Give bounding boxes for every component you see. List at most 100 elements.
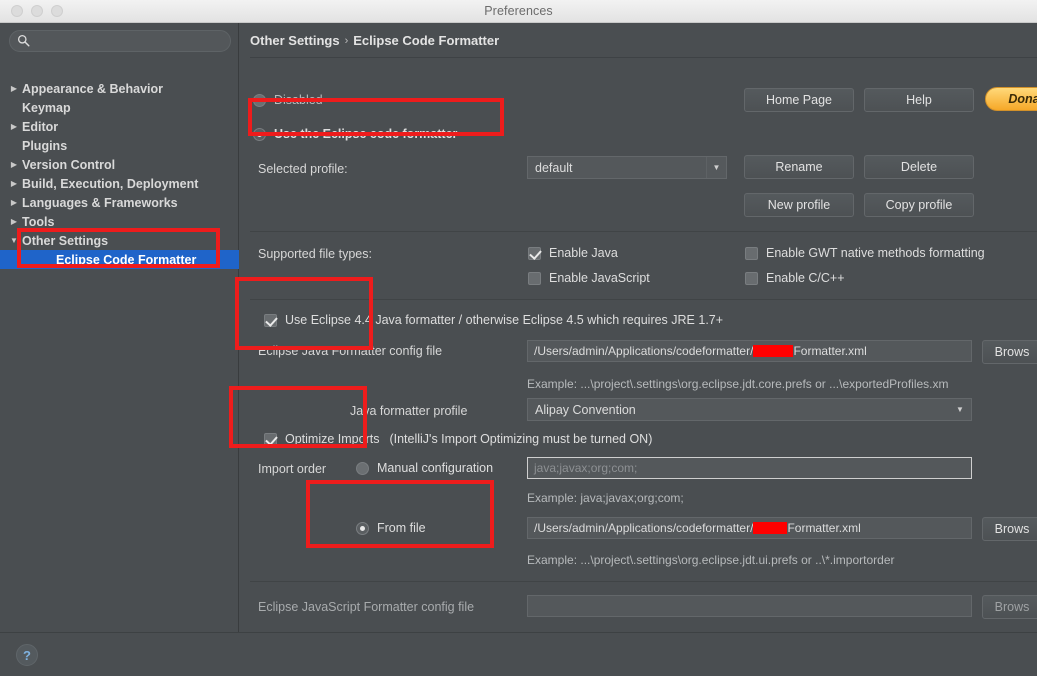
help-icon[interactable]: ? (16, 644, 38, 666)
new-profile-button[interactable]: New profile (744, 193, 854, 217)
chevron-right-icon[interactable]: ▶ (6, 160, 22, 169)
profile-combobox-value: default (535, 160, 573, 175)
radio-manual-configuration[interactable]: Manual configuration (356, 461, 493, 475)
sidebar-item-tools[interactable]: ▶ Tools (0, 212, 239, 231)
sidebar-item-other-settings[interactable]: ▼ Other Settings (0, 231, 239, 250)
checkbox-eclipse-44-icon[interactable] (264, 313, 277, 327)
import-order-manual-example: Example: java;javax;org;com; (527, 491, 684, 505)
chevron-down-icon[interactable]: ▼ (6, 236, 22, 245)
preferences-window: Preferences ▶ Appearance & Behavior Keymap… (0, 0, 1037, 676)
sidebar-item-label: Version Control (22, 157, 116, 172)
radio-from-file-icon[interactable] (356, 521, 369, 535)
breadcrumb: Other Settings › Eclipse Code Formatter (250, 33, 499, 48)
java-config-file-label: Eclipse Java Formatter config file (258, 344, 443, 358)
import-order-file-example: Example: ...\project\.settings\org.eclip… (527, 553, 895, 567)
chevron-down-icon[interactable]: ▼ (949, 399, 971, 420)
redaction-block (753, 345, 794, 357)
java-formatter-profile-combobox[interactable]: Alipay Convention ▼ (527, 398, 972, 421)
redaction-block (753, 522, 788, 534)
radio-disabled-icon[interactable] (253, 93, 266, 107)
checkbox-enable-gwt[interactable]: Enable GWT native methods formatting (745, 246, 985, 260)
checkbox-enable-java-label: Enable Java (549, 246, 618, 260)
checkbox-enable-java[interactable]: Enable Java (528, 246, 618, 260)
search-input-box[interactable] (9, 30, 231, 52)
supported-file-types-label: Supported file types: (258, 247, 372, 261)
checkbox-enable-cpp-icon[interactable] (745, 271, 758, 285)
copy-profile-button[interactable]: Copy profile (864, 193, 974, 217)
java-config-browse-button[interactable]: Brows (982, 340, 1037, 364)
import-order-browse-button[interactable]: Brows (982, 517, 1037, 541)
checkbox-optimize-imports-note: (IntelliJ's Import Optimizing must be tu… (389, 432, 653, 446)
sidebar-item-eclipse-code-formatter[interactable]: Eclipse Code Formatter (0, 250, 239, 269)
profile-combobox[interactable]: default ▼ (527, 156, 727, 179)
window-titlebar: Preferences (0, 0, 1037, 23)
search-input[interactable] (32, 34, 212, 48)
divider-file-types (250, 231, 1037, 232)
radio-from-file-label: From file (377, 521, 426, 535)
checkbox-optimize-imports-icon[interactable] (264, 432, 277, 446)
donate-button[interactable]: Dona (985, 87, 1037, 111)
home-page-button[interactable]: Home Page (744, 88, 854, 112)
sidebar-item-label: Languages & Frameworks (22, 195, 178, 210)
sidebar-item-label: Editor (22, 119, 59, 134)
settings-sidebar: ▶ Appearance & Behavior Keymap ▶ Editor Plugi… (0, 23, 239, 632)
chevron-right-icon[interactable]: ▶ (6, 217, 22, 226)
radio-manual-configuration-label: Manual configuration (377, 461, 494, 475)
sidebar-item-editor[interactable]: ▶ Editor (0, 117, 239, 136)
sidebar-item-plugins[interactable]: Plugins (0, 136, 239, 155)
chevron-down-icon[interactable]: ▼ (706, 157, 726, 178)
sidebar-item-appearance-behavior[interactable]: ▶ Appearance & Behavior (0, 79, 239, 98)
sidebar-item-label: Keymap (22, 100, 71, 115)
radio-use-eclipse-formatter-icon[interactable] (253, 127, 266, 141)
java-formatter-profile-label: Java formatter profile (350, 404, 468, 418)
java-config-file-prefix: /Users/admin/Applications/codeformatter/ (534, 344, 754, 358)
checkbox-enable-gwt-icon[interactable] (745, 246, 758, 260)
sidebar-item-label: Eclipse Code Formatter (56, 252, 197, 267)
sidebar-item-label: Tools (22, 214, 55, 229)
radio-manual-configuration-icon[interactable] (356, 461, 369, 475)
sidebar-item-label: Plugins (22, 138, 68, 153)
java-config-file-suffix: Formatter.xml (793, 344, 867, 358)
sidebar-item-label: Build, Execution, Deployment (22, 176, 199, 191)
chevron-right-icon[interactable]: ▶ (6, 84, 22, 93)
checkbox-enable-cpp[interactable]: Enable C/C++ (745, 271, 845, 285)
radio-use-eclipse-formatter[interactable]: Use the Eclipse code formatter (253, 127, 457, 141)
search-icon (17, 34, 30, 47)
checkbox-optimize-imports[interactable]: Optimize Imports (IntelliJ's Import Opti… (264, 432, 652, 446)
search-field-wrapper (9, 30, 231, 52)
window-title: Preferences (484, 4, 553, 18)
checkbox-enable-javascript-icon[interactable] (528, 271, 541, 285)
help-button[interactable]: Help (864, 88, 974, 112)
import-order-file-input[interactable]: /Users/admin/Applications/codeformatter/… (527, 517, 972, 539)
sidebar-item-languages-frameworks[interactable]: ▶ Languages & Frameworks (0, 193, 239, 212)
sidebar-item-version-control[interactable]: ▶ Version Control (0, 155, 239, 174)
delete-profile-button[interactable]: Delete (864, 155, 974, 179)
chevron-right-icon[interactable]: ▶ (6, 122, 22, 131)
chevron-right-icon[interactable]: ▶ (6, 179, 22, 188)
checkbox-enable-javascript-label: Enable JavaScript (549, 271, 650, 285)
javascript-config-file-input[interactable] (527, 595, 972, 617)
divider-javascript-section (250, 581, 1037, 582)
radio-from-file[interactable]: From file (356, 521, 426, 535)
checkbox-enable-java-icon[interactable] (528, 246, 541, 260)
sidebar-item-keymap[interactable]: Keymap (0, 98, 239, 117)
checkbox-optimize-imports-label: Optimize Imports (285, 432, 380, 446)
checkbox-eclipse-44[interactable]: Use Eclipse 4.4 Java formatter / otherwi… (264, 313, 723, 327)
radio-disabled[interactable]: Disabled (253, 93, 323, 107)
java-formatter-profile-value: Alipay Convention (535, 402, 636, 417)
radio-disabled-label: Disabled (274, 93, 323, 107)
javascript-config-browse-button[interactable]: Brows (982, 595, 1037, 619)
checkbox-eclipse-44-label: Use Eclipse 4.4 Java formatter / otherwi… (285, 313, 724, 327)
radio-use-eclipse-formatter-label: Use the Eclipse code formatter (274, 127, 458, 141)
checkbox-enable-javascript[interactable]: Enable JavaScript (528, 271, 650, 285)
settings-content-pane: Other Settings › Eclipse Code Formatter … (240, 23, 1037, 646)
java-config-file-input[interactable]: /Users/admin/Applications/codeformatter/… (527, 340, 972, 362)
import-order-file-suffix: Formatter.xml (787, 521, 861, 535)
chevron-right-icon[interactable]: ▶ (6, 198, 22, 207)
breadcrumb-separator-icon: › (344, 34, 349, 47)
import-order-manual-input[interactable]: java;javax;org;com; (527, 457, 972, 479)
sidebar-item-label: Other Settings (22, 233, 109, 248)
rename-profile-button[interactable]: Rename (744, 155, 854, 179)
breadcrumb-parent[interactable]: Other Settings (250, 33, 340, 48)
sidebar-item-build-execution-deployment[interactable]: ▶ Build, Execution, Deployment (0, 174, 239, 193)
